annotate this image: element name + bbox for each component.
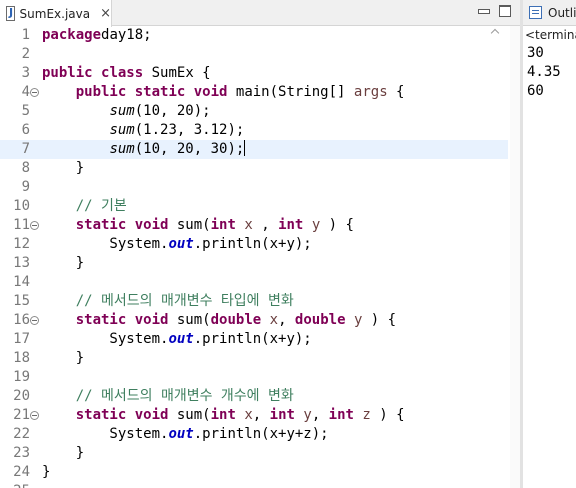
code-text: } xyxy=(42,350,85,366)
code-line[interactable]: 3 public class SumEx { xyxy=(0,64,508,83)
code-text: // 기본 xyxy=(75,198,127,214)
line-number: 24 xyxy=(13,464,30,480)
code-text: public class SumEx { xyxy=(42,65,211,81)
code-line[interactable]: 6 sum(1.23, 3.12); xyxy=(0,121,508,140)
code-text: System.out.println(x+y); xyxy=(42,331,312,347)
code-text: static void sum(int x, int y, int z ) { xyxy=(75,407,405,423)
collapse-fold-icon[interactable] xyxy=(30,316,39,325)
line-number: 3 xyxy=(21,65,30,81)
code-line[interactable]: 18 } xyxy=(0,349,508,368)
code-line[interactable]: 11 static void sum(int x , int y ) { xyxy=(0,216,508,235)
code-text: // 메서드의 매개변수 타입에 변화 xyxy=(75,293,294,309)
code-line[interactable]: 21 static void sum(int x, int y, int z )… xyxy=(0,406,508,425)
code-line[interactable]: 17 System.out.println(x+y); xyxy=(0,330,508,349)
line-number: 4 xyxy=(21,84,30,100)
line-number: 15 xyxy=(13,293,30,309)
line-number: 7 xyxy=(21,141,30,157)
console-output-line: 4.35 xyxy=(527,64,561,80)
tab-title: SumEx.java xyxy=(19,6,91,21)
code-line[interactable]: 1 packageday18; xyxy=(0,26,508,45)
code-text: } xyxy=(42,160,85,176)
line-number: 12 xyxy=(13,236,30,252)
editor-tab-bar: SumEx.java × xyxy=(0,0,520,27)
code-line[interactable]: 10 // 기본 xyxy=(0,197,508,216)
line-number: 9 xyxy=(21,179,30,195)
code-line[interactable]: 25 xyxy=(0,482,508,488)
code-text: static void sum(int x , int y ) { xyxy=(75,217,354,233)
vertical-scrollbar[interactable] xyxy=(510,26,520,488)
code-text: packageday18; xyxy=(42,27,152,43)
console-output-line: 60 xyxy=(527,83,544,99)
code-text: sum(10, 20, 30); xyxy=(109,140,246,157)
code-text: sum(1.23, 3.12); xyxy=(109,122,245,138)
code-line[interactable]: 12 System.out.println(x+y); xyxy=(0,235,508,254)
line-number: 22 xyxy=(13,426,30,442)
line-number: 25 xyxy=(0,482,30,488)
code-text: } xyxy=(42,464,51,480)
code-line[interactable]: 13 } xyxy=(0,254,508,273)
collapse-fold-icon[interactable] xyxy=(30,88,39,97)
tab-outline[interactable]: Outline xyxy=(548,6,576,20)
console-tab-bar: Outline xyxy=(523,0,576,26)
console-view[interactable]: Outline <terminated> 30 4.35 60 xyxy=(523,0,576,488)
code-text: sum(10, 20); xyxy=(109,103,211,119)
minimize-button[interactable] xyxy=(477,5,490,17)
code-line[interactable]: 22 System.out.println(x+y+z); xyxy=(0,425,508,444)
line-number: 21 xyxy=(13,407,30,423)
code-text: } xyxy=(42,255,85,271)
code-line[interactable]: 20 // 메서드의 매개변수 개수에 변화 xyxy=(0,387,508,406)
console-output-line: 30 xyxy=(527,45,544,61)
code-line[interactable]: 24} xyxy=(0,463,508,482)
scroll-up-icon[interactable] xyxy=(491,28,501,38)
collapse-fold-icon[interactable] xyxy=(30,411,39,420)
close-tab-icon[interactable]: × xyxy=(100,6,111,21)
tab-sumex-java[interactable]: SumEx.java × xyxy=(0,0,112,27)
collapse-fold-icon[interactable] xyxy=(30,221,39,230)
line-number: 1 xyxy=(21,27,30,43)
line-number: 11 xyxy=(13,217,30,233)
line-number: 6 xyxy=(21,122,30,138)
code-line[interactable]: 9 xyxy=(0,178,508,197)
code-line[interactable]: 23 } xyxy=(0,444,508,463)
line-number: 18 xyxy=(13,350,30,366)
code-text: public static void main(String[] args { xyxy=(75,84,405,100)
maximize-button[interactable] xyxy=(499,5,511,17)
code-area[interactable]: 1 packageday18; 2 3 public class SumEx {4 pu… xyxy=(0,26,508,488)
line-number: 23 xyxy=(13,445,30,461)
line-number: 20 xyxy=(13,388,30,404)
text-caret xyxy=(244,140,246,156)
code-line[interactable]: 14 xyxy=(0,273,508,292)
code-line[interactable]: 16 static void sum(double x, double y ) … xyxy=(0,311,508,330)
code-line[interactable]: 2 xyxy=(0,45,508,64)
code-line[interactable]: 4 public static void main(String[] args … xyxy=(0,83,508,102)
console-status: <terminated> xyxy=(525,28,576,42)
code-text: static void sum(double x, double y ) { xyxy=(75,312,397,328)
code-text: System.out.println(x+y+z); xyxy=(42,426,329,442)
line-number: 19 xyxy=(13,369,30,385)
line-number: 10 xyxy=(13,198,30,214)
line-number: 17 xyxy=(13,331,30,347)
code-line[interactable]: 8 } xyxy=(0,159,508,178)
outline-icon xyxy=(529,6,542,19)
code-text: // 메서드의 매개변수 개수에 변화 xyxy=(75,388,294,404)
code-line[interactable]: 5 sum(10, 20); xyxy=(0,102,508,121)
line-number: 5 xyxy=(21,103,30,119)
code-line[interactable]: 15 // 메서드의 매개변수 타입에 변화 xyxy=(0,292,508,311)
code-line[interactable]: 7 sum(10, 20, 30); xyxy=(0,140,508,159)
code-line[interactable]: 19 xyxy=(0,368,508,387)
line-number: 16 xyxy=(13,312,30,328)
line-number: 8 xyxy=(21,160,30,176)
code-text: System.out.println(x+y); xyxy=(42,236,312,252)
line-number: 14 xyxy=(13,274,30,290)
java-file-icon xyxy=(6,6,15,21)
line-number: 2 xyxy=(21,46,30,62)
code-text: } xyxy=(42,445,85,461)
line-number: 13 xyxy=(13,255,30,271)
code-editor[interactable]: SumEx.java × 1packageday18;23public clas… xyxy=(0,0,520,488)
